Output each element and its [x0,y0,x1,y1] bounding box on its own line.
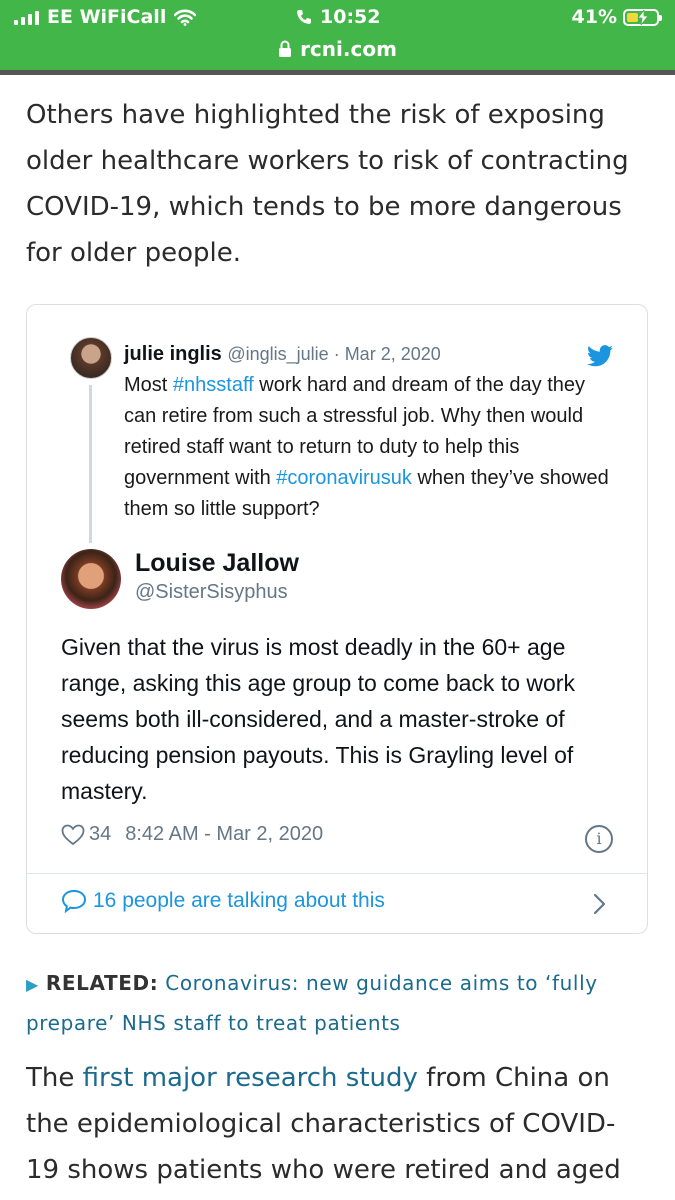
author-avatar[interactable] [61,549,121,609]
status-right: 41% [571,6,662,28]
quoted-text-part: Most [124,374,173,396]
chevron-right-icon[interactable] [593,893,607,915]
twitter-bird-icon[interactable] [587,345,613,367]
tweet-timestamp[interactable]: 8:42 AM - Mar 2, 2020 [125,823,323,846]
speech-bubble-icon [61,889,87,913]
battery-icon [623,8,662,26]
embedded-tweet[interactable]: julie inglis @inglis_julie · Mar 2, 2020… [26,304,648,934]
info-icon[interactable]: i [585,825,613,853]
quoted-header: julie inglis @inglis_julie · Mar 2, 2020 [124,339,619,370]
status-left: EE WiFiCall [14,6,197,28]
status-center: 10:52 [296,6,380,28]
author-handle[interactable]: @SisterSisyphus [135,581,288,604]
author-name[interactable]: Louise Jallow [135,549,299,578]
paragraph-text: The [26,1063,83,1093]
conversation-link[interactable]: 16 people are talking about this [61,889,385,913]
quoted-text: Most #nhsstaff work hard and dream of th… [124,370,619,525]
quoted-date[interactable]: Mar 2, 2020 [345,344,441,364]
play-arrow-icon: ▶ [26,975,39,994]
hashtag-link[interactable]: #nhsstaff [173,374,254,396]
quoted-avatar[interactable] [70,337,112,379]
url-bar[interactable]: rcni.com [0,33,675,75]
research-study-link[interactable]: first major research study [83,1063,418,1093]
article-paragraph-2: The first major research study from Chin… [26,1055,646,1193]
like-count: 34 [89,823,112,845]
lock-icon [279,40,292,57]
tweet-meta: 34 8:42 AM - Mar 2, 2020 [61,823,323,846]
wifi-icon [174,9,197,26]
carrier-label: EE WiFiCall [47,6,167,28]
quoted-author-name[interactable]: julie inglis [124,343,222,365]
charging-bolt-icon [637,9,649,25]
hashtag-link[interactable]: #coronavirusuk [276,467,412,489]
status-bar: EE WiFiCall 10:52 41% [0,0,675,33]
conversation-label: 16 people are talking about this [93,889,385,912]
related-article: ▶ RELATED: Coronavirus: new guidance aim… [26,964,656,1043]
quoted-separator: · [328,344,345,364]
article-paragraph-1: Others have highlighted the risk of expo… [26,100,629,268]
signal-icon [14,9,39,25]
url-domain: rcni.com [300,37,397,61]
like-button[interactable]: 34 [61,823,111,846]
quoted-tweet[interactable]: julie inglis @inglis_julie · Mar 2, 2020… [124,339,619,525]
heart-icon [61,824,85,845]
thread-line [89,385,92,543]
url-display[interactable]: rcni.com [0,37,675,61]
phone-icon [297,10,311,24]
battery-percent: 41% [571,6,617,28]
clock: 10:52 [320,6,381,28]
related-label: RELATED: [45,971,159,995]
tweet-divider [27,873,647,874]
tweet-text: Given that the virus is most deadly in t… [61,634,575,804]
quoted-author-handle[interactable]: @inglis_julie [227,344,328,364]
